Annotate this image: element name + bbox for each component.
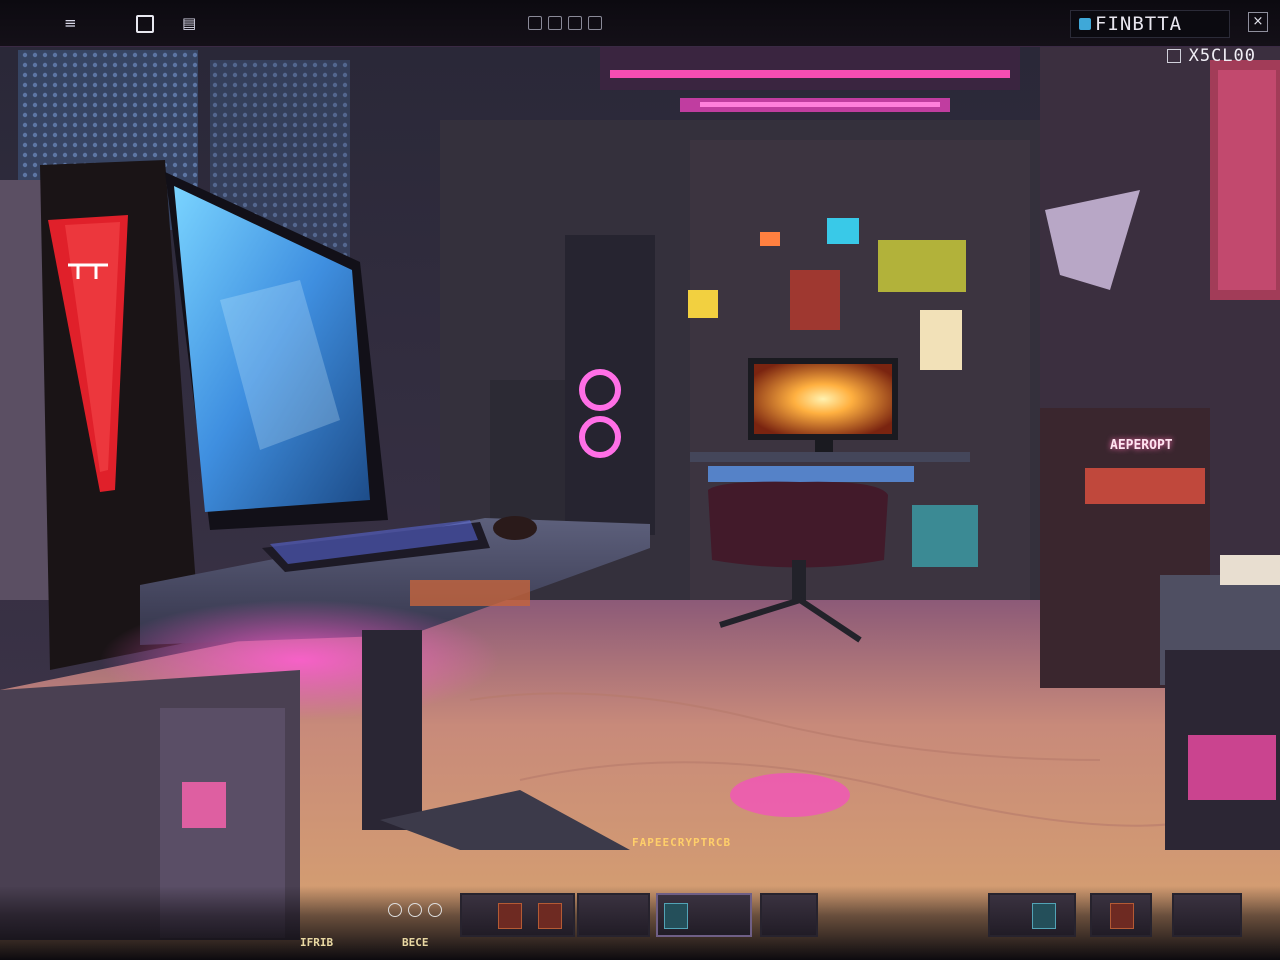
wall-sign: AEPEROPT xyxy=(1110,438,1173,453)
tool-icon-1[interactable] xyxy=(528,16,542,30)
inventory-slot-4[interactable] xyxy=(760,893,818,937)
bottom-icon-group xyxy=(388,903,442,917)
inventory-slot-6[interactable] xyxy=(1090,893,1152,937)
inventory-slot-3[interactable] xyxy=(656,893,752,937)
status-readout: X5CL00 xyxy=(1166,46,1256,66)
disk-icon xyxy=(1079,18,1091,30)
slot-item-2 xyxy=(538,903,562,929)
location-panel[interactable]: FINBTTA xyxy=(1070,10,1230,38)
floor-marking: FAPEECRYPTRCB xyxy=(632,836,732,849)
inventory-slot-2[interactable] xyxy=(577,893,650,937)
close-button[interactable]: × xyxy=(1248,12,1268,32)
game-scene xyxy=(0,46,1280,960)
inventory-slot-1[interactable] xyxy=(460,893,575,937)
toolbar-icon-group[interactable] xyxy=(528,16,602,30)
top-hud-bar: ≡ ▤ FINBTTA × xyxy=(0,0,1280,47)
folder-icon[interactable]: ▤ xyxy=(182,12,196,34)
bottom-center-label: BECE xyxy=(402,936,429,949)
tool-icon-2[interactable] xyxy=(548,16,562,30)
face-icon-1[interactable] xyxy=(388,903,402,917)
tool-icon-3[interactable] xyxy=(568,16,582,30)
bottom-left-label: IFRIB xyxy=(300,936,334,949)
location-label: FINBTTA xyxy=(1095,13,1183,35)
readout-text: X5CL00 xyxy=(1188,46,1256,66)
slot-item-4 xyxy=(1032,903,1056,929)
window-icon[interactable] xyxy=(136,15,154,33)
slot-item-5 xyxy=(1110,903,1134,929)
settings-icon[interactable] xyxy=(1166,49,1181,63)
slot-item-3 xyxy=(664,903,688,929)
inventory-slot-5[interactable] xyxy=(988,893,1076,937)
inventory-slot-7[interactable] xyxy=(1172,893,1242,937)
face-icon-3[interactable] xyxy=(428,903,442,917)
slot-item-1 xyxy=(498,903,522,929)
face-icon-2[interactable] xyxy=(408,903,422,917)
tool-icon-4[interactable] xyxy=(588,16,602,30)
menu-icon[interactable]: ≡ xyxy=(64,12,77,34)
